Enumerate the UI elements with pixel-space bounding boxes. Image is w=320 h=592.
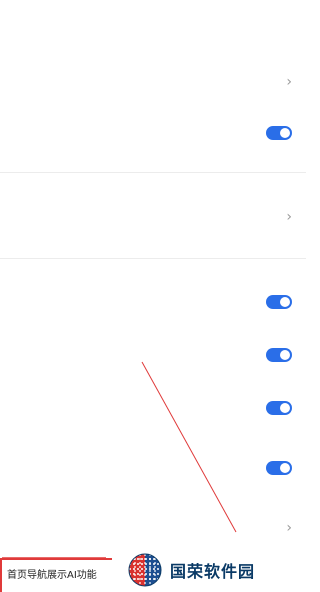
settings-row-8-text: [7, 467, 266, 470]
section-divider: [0, 172, 306, 173]
settings-page: › › › 首页导航展示AI功能 国荣软件园: [0, 0, 306, 592]
settings-row-6[interactable]: [0, 341, 306, 369]
settings-row-5[interactable]: [0, 288, 306, 316]
toggle-knob: [280, 297, 290, 307]
settings-row-9[interactable]: ›: [0, 514, 306, 542]
settings-row-7[interactable]: [0, 394, 306, 422]
toggle-knob: [280, 403, 290, 413]
settings-row-2[interactable]: ›: [0, 68, 306, 96]
chevron-right-icon: ›: [286, 74, 292, 90]
toggle-knob: [280, 350, 290, 360]
settings-row-3-toggle[interactable]: [266, 126, 292, 140]
settings-row-3[interactable]: [0, 119, 306, 147]
settings-row-7-toggle[interactable]: [266, 401, 292, 415]
highlight-label: 首页导航展示AI功能: [7, 570, 97, 581]
watermark: 国荣软件园: [124, 548, 306, 592]
chevron-right-icon: ›: [286, 520, 292, 536]
toggle-knob: [280, 463, 290, 473]
section-divider: [0, 258, 306, 259]
watermark-text: 国荣软件园: [170, 562, 256, 581]
settings-row-8-toggle[interactable]: [266, 461, 292, 475]
settings-row-5-toggle[interactable]: [266, 295, 292, 309]
settings-row-6-toggle[interactable]: [266, 348, 292, 362]
chevron-right-icon: ›: [286, 209, 292, 225]
annotation-pointer-line: [141, 361, 237, 533]
globe-logo-icon: [128, 553, 162, 587]
highlight-box: 首页导航展示AI功能: [0, 558, 112, 592]
settings-row-1[interactable]: [0, 18, 306, 46]
settings-row-4[interactable]: ›: [0, 203, 306, 231]
settings-row-8[interactable]: [0, 448, 306, 488]
toggle-knob: [280, 128, 290, 138]
